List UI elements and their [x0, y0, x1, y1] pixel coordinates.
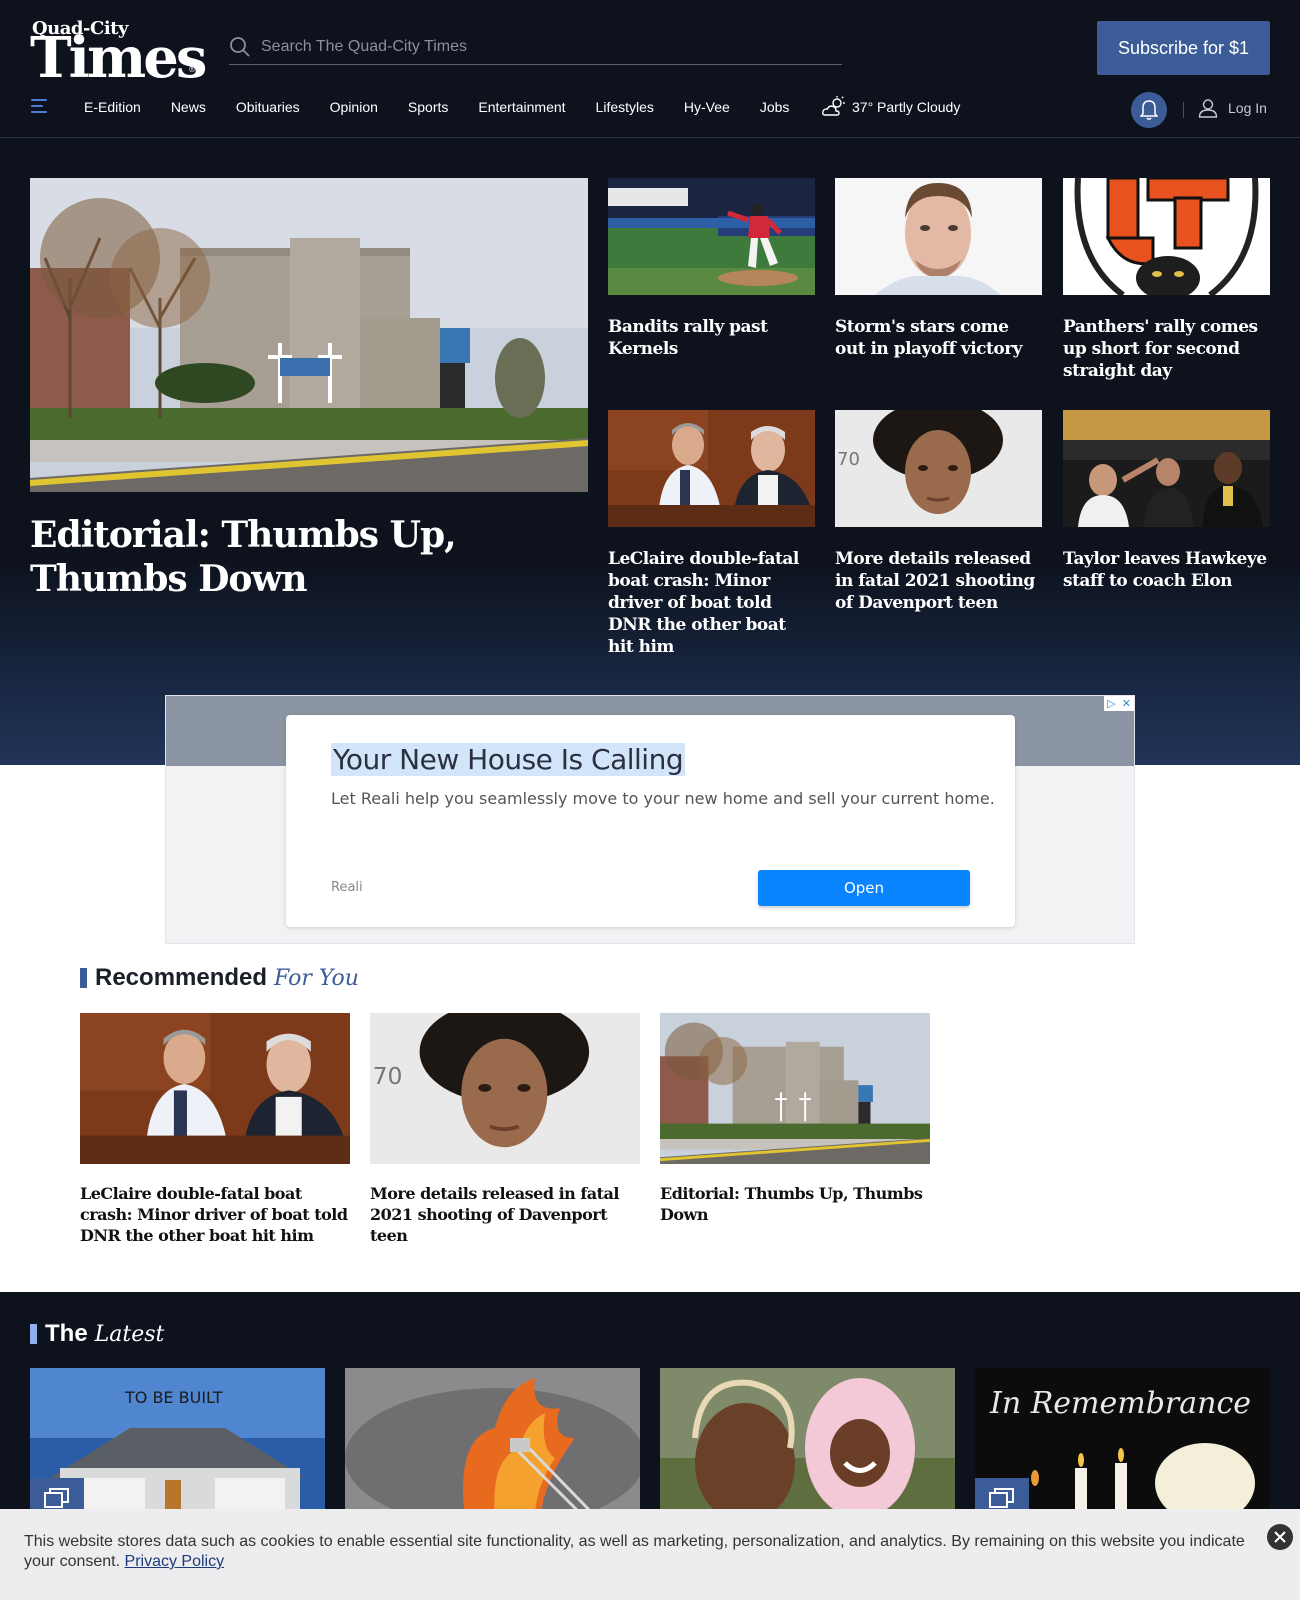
ad-open-button[interactable]: Open — [758, 870, 970, 906]
house-fire-image[interactable] — [345, 1368, 640, 1518]
search-bar — [229, 30, 842, 65]
cookie-banner: This website stores data such as cookies… — [0, 1509, 1300, 1600]
courtroom-image[interactable] — [608, 410, 815, 527]
ad-card[interactable]: Your New House Is Calling Let Reali help… — [286, 715, 1015, 927]
nav-item-opinion[interactable]: Opinion — [330, 99, 378, 115]
story-headline[interactable]: Bandits rally past Kernels — [608, 316, 815, 360]
story-headline[interactable]: More details released in fatal 2021 shoo… — [835, 548, 1042, 614]
nav-item-entertainment[interactable]: Entertainment — [478, 99, 565, 115]
ad-headline[interactable]: Your New House Is Calling — [331, 743, 686, 776]
story-headline[interactable]: LeClaire double-fatal boat crash: Minor … — [608, 548, 815, 658]
search-icon[interactable] — [229, 36, 251, 58]
mother-child-image[interactable] — [660, 1368, 955, 1518]
ad-description: Let Reali help you seamlessly move to yo… — [331, 789, 995, 808]
login-link[interactable]: Log In — [1198, 98, 1267, 118]
story-tile[interactable]: Taylor leaves Hawkeye staff to coach Elo… — [1063, 410, 1270, 592]
ad-info-icon[interactable]: ▷ — [1107, 697, 1115, 710]
partly-cloudy-icon — [822, 96, 845, 116]
search-input[interactable] — [261, 34, 821, 60]
latest-item[interactable]: TO BE BUILT — [30, 1368, 325, 1518]
panthers-logo-image[interactable] — [1063, 176, 1270, 300]
story-tile[interactable]: Panthers' rally comes up short for secon… — [1063, 176, 1270, 382]
logo-main-text: Times — [30, 25, 207, 91]
mugshot-image[interactable]: 70 — [835, 400, 1042, 527]
weather-widget[interactable]: 37° Partly Cloudy — [822, 96, 960, 118]
ad-advertiser: Reali — [331, 880, 363, 895]
bell-icon — [1140, 100, 1158, 120]
latest-item[interactable] — [660, 1368, 955, 1518]
nav-item-obituaries[interactable]: Obituaries — [236, 99, 300, 115]
nav-item-news[interactable]: News — [171, 99, 206, 115]
nav-item-e-edition[interactable]: E-Edition — [84, 99, 141, 115]
recommended-headline[interactable]: LeClaire double-fatal boat crash: Minor … — [80, 1183, 350, 1246]
courtroom-image[interactable] — [80, 1013, 350, 1164]
story-headline[interactable]: Panthers' rally comes up short for secon… — [1063, 316, 1270, 382]
nav-item-lifestyles[interactable]: Lifestyles — [596, 99, 654, 115]
adchoices-icon[interactable]: ▷ ✕ — [1104, 696, 1134, 711]
recommended-item[interactable]: Editorial: Thumbs Up, Thumbs Down — [660, 1013, 930, 1225]
login-label: Log In — [1228, 100, 1267, 116]
recommended-section-title: Recommended For You — [80, 964, 359, 992]
church-image[interactable] — [660, 1013, 930, 1164]
notifications-button[interactable] — [1131, 92, 1167, 128]
main-nav: E-Edition News Obituaries Opinion Sports… — [0, 88, 1300, 132]
baseball-pitcher-image[interactable] — [608, 178, 815, 295]
menu-icon[interactable] — [31, 98, 49, 114]
nav-divider — [1183, 102, 1184, 118]
basketball-arena-image[interactable] — [1063, 410, 1270, 527]
story-headline[interactable]: Storm's stars come out in playoff victor… — [835, 316, 1042, 360]
recommended-headline[interactable]: More details released in fatal 2021 shoo… — [370, 1183, 640, 1246]
advertisement: ▷ ✕ Your New House Is Calling Let Reali … — [165, 695, 1135, 944]
nav-item-hy-vee[interactable]: Hy-Vee — [684, 99, 730, 115]
story-tile[interactable]: Bandits rally past Kernels — [608, 178, 815, 360]
close-icon — [1274, 1531, 1286, 1543]
story-tile[interactable]: Storm's stars come out in playoff victor… — [835, 178, 1042, 360]
player-portrait-image[interactable] — [835, 178, 1042, 295]
svg-text:70: 70 — [837, 449, 860, 470]
story-tile[interactable]: LeClaire double-fatal boat crash: Minor … — [608, 410, 815, 658]
svg-text:TO BE BUILT: TO BE BUILT — [124, 1388, 223, 1407]
site-logo[interactable]: Quad-City Times ® — [30, 18, 207, 88]
masthead: Quad-City Times ® Subscribe for $1 E-Edi… — [0, 0, 1300, 138]
subscribe-button[interactable]: Subscribe for $1 — [1097, 21, 1270, 75]
nav-item-sports[interactable]: Sports — [408, 99, 448, 115]
hero-image-church[interactable] — [30, 178, 588, 492]
nav-item-jobs[interactable]: Jobs — [760, 99, 790, 115]
hero-main-story[interactable]: Editorial: Thumbs Up, Thumbs Down — [30, 178, 588, 601]
weather-text: 37° Partly Cloudy — [852, 99, 961, 115]
recommended-item[interactable]: LeClaire double-fatal boat crash: Minor … — [80, 1013, 350, 1246]
latest-section-title: The Latest — [30, 1320, 164, 1348]
latest-item[interactable]: In Remembrance — [975, 1368, 1270, 1518]
svg-text:In Remembrance: In Remembrance — [989, 1386, 1251, 1421]
story-tile[interactable]: 70 More details released in fatal 2021 s… — [835, 400, 1042, 614]
cookie-close-button[interactable] — [1267, 1524, 1293, 1550]
recommended-headline[interactable]: Editorial: Thumbs Up, Thumbs Down — [660, 1183, 930, 1225]
latest-item[interactable] — [345, 1368, 640, 1518]
story-headline[interactable]: Taylor leaves Hawkeye staff to coach Elo… — [1063, 548, 1270, 592]
privacy-policy-link[interactable]: Privacy Policy — [125, 1553, 225, 1570]
hero-headline[interactable]: Editorial: Thumbs Up, Thumbs Down — [30, 513, 588, 601]
nav-links: E-Edition News Obituaries Opinion Sports… — [84, 99, 819, 115]
mugshot-image[interactable]: 70 — [370, 1000, 640, 1164]
user-icon — [1198, 99, 1218, 118]
recommended-item[interactable]: 70 More details released in fatal 2021 s… — [370, 1000, 640, 1246]
ad-close-icon[interactable]: ✕ — [1122, 697, 1131, 710]
svg-text:70: 70 — [373, 1062, 403, 1090]
